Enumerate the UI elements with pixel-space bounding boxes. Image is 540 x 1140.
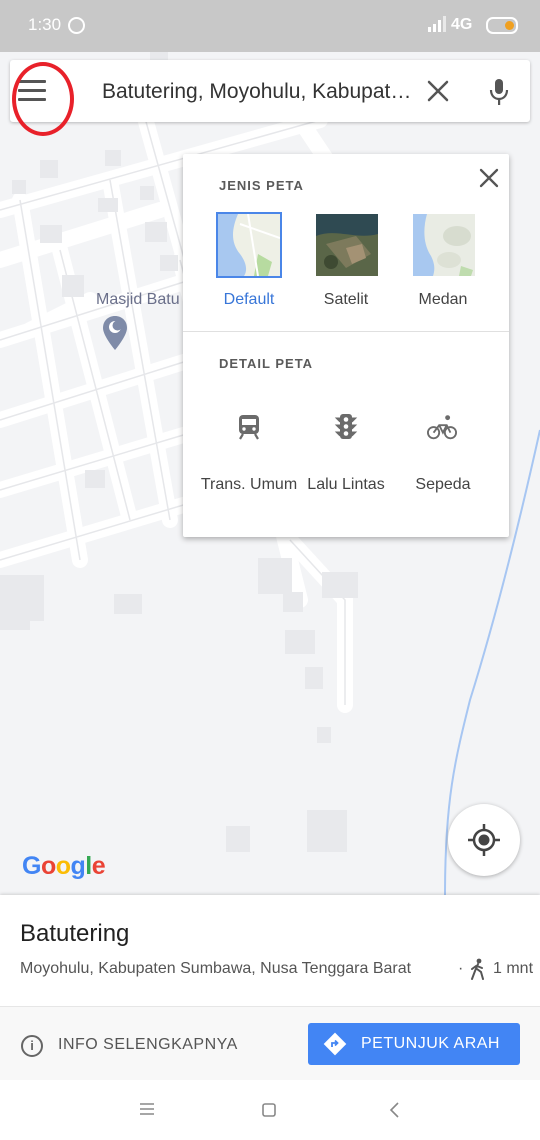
- directions-label[interactable]: PETUNJUK ARAH: [361, 1035, 500, 1053]
- recents-icon[interactable]: [139, 1102, 155, 1116]
- google-logo-letter: o: [55, 852, 71, 880]
- android-nav-bar: [0, 1080, 540, 1140]
- status-time: 1:30: [28, 15, 62, 34]
- traffic-icon[interactable]: [331, 412, 361, 442]
- map-type-default-label[interactable]: Default: [199, 291, 299, 309]
- detail-traffic-label[interactable]: Lalu Lintas: [291, 474, 401, 495]
- google-logo-letter: g: [70, 852, 86, 880]
- detail-transit-label[interactable]: Trans. Umum: [194, 474, 304, 495]
- google-logo: Google: [22, 852, 106, 881]
- search-input[interactable]: Batutering, Moyohulu, Kabupaten Sumbawa,…: [102, 80, 420, 104]
- close-icon[interactable]: [478, 167, 500, 189]
- signal-icon: [428, 16, 446, 32]
- detail-bicycle-label[interactable]: Sepeda: [388, 474, 498, 495]
- network-type: 4G: [451, 16, 473, 33]
- info-icon[interactable]: i: [21, 1035, 43, 1057]
- map-type-satellite-thumb[interactable]: [316, 214, 378, 276]
- place-address: Moyohulu, Kabupaten Sumbawa, Nusa Tengga…: [20, 960, 412, 977]
- separator-dot: ·: [458, 960, 464, 977]
- home-icon[interactable]: [261, 1102, 277, 1118]
- map-type-title: JENIS PETA: [219, 178, 304, 193]
- hotspot-icon: [68, 17, 85, 34]
- map-type-satellite-label[interactable]: Satelit: [296, 291, 396, 309]
- more-info-button[interactable]: INFO SELENGKAPNYA: [58, 1036, 238, 1054]
- map-type-terrain-thumb[interactable]: [413, 214, 475, 276]
- walking-icon: [471, 958, 484, 980]
- annotation-circle: [12, 62, 74, 136]
- directions-icon: [323, 1032, 347, 1056]
- map-type-default-thumb[interactable]: [216, 212, 282, 278]
- walk-time: 1 mnt: [493, 960, 534, 977]
- google-logo-letter: o: [40, 852, 56, 880]
- map-details-title: DETAIL PETA: [219, 356, 314, 371]
- crosshair-icon: [468, 824, 500, 856]
- mosque-pin-icon[interactable]: [103, 316, 127, 350]
- place-title: Batutering: [20, 920, 130, 947]
- mic-icon[interactable]: [488, 78, 510, 106]
- panel-divider: [183, 331, 509, 332]
- battery-icon: [486, 17, 518, 34]
- back-icon[interactable]: [388, 1102, 400, 1118]
- transit-icon[interactable]: [234, 412, 264, 442]
- close-icon[interactable]: [425, 78, 451, 104]
- google-logo-letter: G: [22, 852, 41, 880]
- google-logo-letter: e: [91, 852, 106, 880]
- poi-label[interactable]: Masjid Batu: [96, 291, 180, 309]
- my-location-button[interactable]: [448, 804, 520, 876]
- bicycle-icon[interactable]: [427, 412, 457, 442]
- map-type-terrain-label[interactable]: Medan: [393, 291, 493, 309]
